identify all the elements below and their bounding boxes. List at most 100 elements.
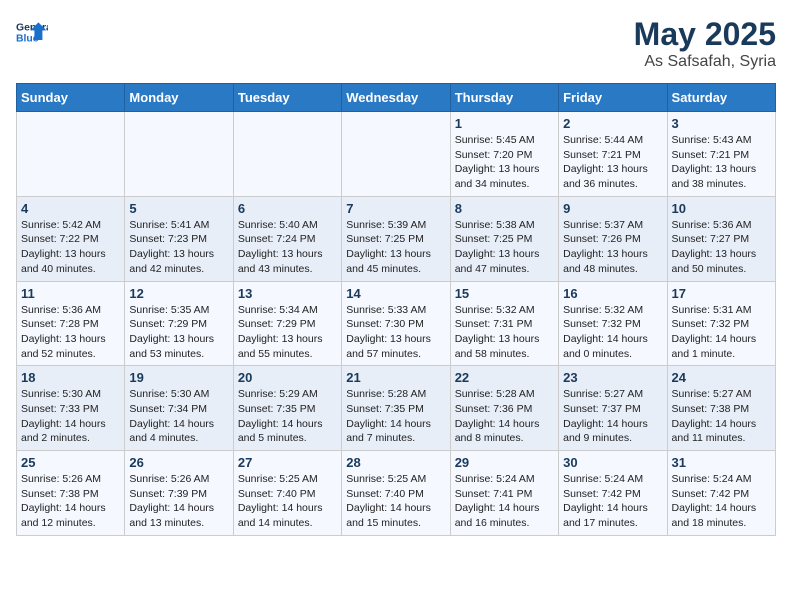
calendar-cell bbox=[342, 112, 450, 197]
calendar-cell: 31 Sunrise: 5:24 AMSunset: 7:42 PMDayligh… bbox=[667, 451, 775, 536]
day-info: Sunrise: 5:38 AMSunset: 7:25 PMDaylight:… bbox=[455, 218, 554, 277]
calendar-cell bbox=[233, 112, 341, 197]
day-info: Sunrise: 5:43 AMSunset: 7:21 PMDaylight:… bbox=[672, 133, 771, 192]
day-number: 29 bbox=[455, 455, 554, 470]
logo: General Blue bbox=[16, 16, 48, 48]
day-of-week-header: Friday bbox=[559, 84, 667, 112]
day-info: Sunrise: 5:35 AMSunset: 7:29 PMDaylight:… bbox=[129, 303, 228, 362]
calendar-cell: 9 Sunrise: 5:37 AMSunset: 7:26 PMDaylight… bbox=[559, 196, 667, 281]
day-info: Sunrise: 5:30 AMSunset: 7:33 PMDaylight:… bbox=[21, 387, 120, 446]
calendar-header: SundayMondayTuesdayWednesdayThursdayFrid… bbox=[17, 84, 776, 112]
day-number: 31 bbox=[672, 455, 771, 470]
day-number: 5 bbox=[129, 201, 228, 216]
day-number: 25 bbox=[21, 455, 120, 470]
day-info: Sunrise: 5:42 AMSunset: 7:22 PMDaylight:… bbox=[21, 218, 120, 277]
day-info: Sunrise: 5:24 AMSunset: 7:42 PMDaylight:… bbox=[672, 472, 771, 531]
month-title: May 2025 bbox=[634, 16, 776, 53]
logo-icon: General Blue bbox=[16, 16, 48, 48]
day-of-week-header: Sunday bbox=[17, 84, 125, 112]
day-number: 11 bbox=[21, 286, 120, 301]
day-number: 12 bbox=[129, 286, 228, 301]
day-of-week-header: Saturday bbox=[667, 84, 775, 112]
day-number: 3 bbox=[672, 116, 771, 131]
day-number: 18 bbox=[21, 370, 120, 385]
day-info: Sunrise: 5:30 AMSunset: 7:34 PMDaylight:… bbox=[129, 387, 228, 446]
day-number: 1 bbox=[455, 116, 554, 131]
day-of-week-header: Thursday bbox=[450, 84, 558, 112]
calendar-cell: 7Sunrise: 5:39 AMSunset: 7:25 PMDaylight… bbox=[342, 196, 450, 281]
calendar-cell: 23Sunrise: 5:27 AMSunset: 7:37 PMDayligh… bbox=[559, 366, 667, 451]
day-info: Sunrise: 5:36 AMSunset: 7:27 PMDaylight:… bbox=[672, 218, 771, 277]
day-info: Sunrise: 5:45 AMSunset: 7:20 PMDaylight:… bbox=[455, 133, 554, 192]
page-header: General Blue May 2025 As Safsafah, Syria bbox=[16, 16, 776, 71]
day-number: 26 bbox=[129, 455, 228, 470]
day-info: Sunrise: 5:25 AMSunset: 7:40 PMDaylight:… bbox=[238, 472, 337, 531]
day-info: Sunrise: 5:27 AMSunset: 7:38 PMDaylight:… bbox=[672, 387, 771, 446]
calendar-cell bbox=[17, 112, 125, 197]
day-info: Sunrise: 5:34 AMSunset: 7:29 PMDaylight:… bbox=[238, 303, 337, 362]
calendar-week-row: 11 Sunrise: 5:36 AMSunset: 7:28 PMDayligh… bbox=[17, 281, 776, 366]
calendar-week-row: 25 Sunrise: 5:26 AMSunset: 7:38 PMDayligh… bbox=[17, 451, 776, 536]
day-number: 22 bbox=[455, 370, 554, 385]
day-number: 14 bbox=[346, 286, 445, 301]
day-info: Sunrise: 5:33 AMSunset: 7:30 PMDaylight:… bbox=[346, 303, 445, 362]
day-of-week-header: Wednesday bbox=[342, 84, 450, 112]
day-info: Sunrise: 5:25 AMSunset: 7:40 PMDaylight:… bbox=[346, 472, 445, 531]
day-info: Sunrise: 5:26 AMSunset: 7:38 PMDaylight:… bbox=[21, 472, 120, 531]
day-number: 17 bbox=[672, 286, 771, 301]
calendar-week-row: 1 Sunrise: 5:45 AMSunset: 7:20 PMDaylight… bbox=[17, 112, 776, 197]
day-number: 23 bbox=[563, 370, 662, 385]
day-info: Sunrise: 5:40 AMSunset: 7:24 PMDaylight:… bbox=[238, 218, 337, 277]
calendar-table: SundayMondayTuesdayWednesdayThursdayFrid… bbox=[16, 83, 776, 536]
day-info: Sunrise: 5:24 AMSunset: 7:42 PMDaylight:… bbox=[563, 472, 662, 531]
day-info: Sunrise: 5:37 AMSunset: 7:26 PMDaylight:… bbox=[563, 218, 662, 277]
day-info: Sunrise: 5:28 AMSunset: 7:35 PMDaylight:… bbox=[346, 387, 445, 446]
calendar-cell: 3 Sunrise: 5:43 AMSunset: 7:21 PMDaylight… bbox=[667, 112, 775, 197]
calendar-cell: 14 Sunrise: 5:33 AMSunset: 7:30 PMDayligh… bbox=[342, 281, 450, 366]
day-number: 24 bbox=[672, 370, 771, 385]
day-number: 21 bbox=[346, 370, 445, 385]
calendar-cell: 11 Sunrise: 5:36 AMSunset: 7:28 PMDayligh… bbox=[17, 281, 125, 366]
day-info: Sunrise: 5:31 AMSunset: 7:32 PMDaylight:… bbox=[672, 303, 771, 362]
day-number: 20 bbox=[238, 370, 337, 385]
day-info: Sunrise: 5:24 AMSunset: 7:41 PMDaylight:… bbox=[455, 472, 554, 531]
day-info: Sunrise: 5:28 AMSunset: 7:36 PMDaylight:… bbox=[455, 387, 554, 446]
calendar-cell: 1 Sunrise: 5:45 AMSunset: 7:20 PMDaylight… bbox=[450, 112, 558, 197]
calendar-cell: 24 Sunrise: 5:27 AMSunset: 7:38 PMDayligh… bbox=[667, 366, 775, 451]
day-info: Sunrise: 5:44 AMSunset: 7:21 PMDaylight:… bbox=[563, 133, 662, 192]
calendar-cell: 13 Sunrise: 5:34 AMSunset: 7:29 PMDayligh… bbox=[233, 281, 341, 366]
calendar-cell: 18 Sunrise: 5:30 AMSunset: 7:33 PMDayligh… bbox=[17, 366, 125, 451]
day-number: 13 bbox=[238, 286, 337, 301]
calendar-week-row: 4Sunrise: 5:42 AMSunset: 7:22 PMDaylight… bbox=[17, 196, 776, 281]
day-of-week-header: Monday bbox=[125, 84, 233, 112]
calendar-cell: 2 Sunrise: 5:44 AMSunset: 7:21 PMDaylight… bbox=[559, 112, 667, 197]
calendar-cell: 19 Sunrise: 5:30 AMSunset: 7:34 PMDayligh… bbox=[125, 366, 233, 451]
title-block: May 2025 As Safsafah, Syria bbox=[634, 16, 776, 71]
calendar-cell: 4Sunrise: 5:42 AMSunset: 7:22 PMDaylight… bbox=[17, 196, 125, 281]
day-number: 15 bbox=[455, 286, 554, 301]
day-info: Sunrise: 5:32 AMSunset: 7:32 PMDaylight:… bbox=[563, 303, 662, 362]
day-number: 10 bbox=[672, 201, 771, 216]
calendar-cell: 22 Sunrise: 5:28 AMSunset: 7:36 PMDayligh… bbox=[450, 366, 558, 451]
calendar-cell bbox=[125, 112, 233, 197]
calendar-cell: 8 Sunrise: 5:38 AMSunset: 7:25 PMDaylight… bbox=[450, 196, 558, 281]
day-number: 6 bbox=[238, 201, 337, 216]
day-info: Sunrise: 5:29 AMSunset: 7:35 PMDaylight:… bbox=[238, 387, 337, 446]
day-info: Sunrise: 5:41 AMSunset: 7:23 PMDaylight:… bbox=[129, 218, 228, 277]
day-number: 2 bbox=[563, 116, 662, 131]
calendar-cell: 20 Sunrise: 5:29 AMSunset: 7:35 PMDayligh… bbox=[233, 366, 341, 451]
day-info: Sunrise: 5:39 AMSunset: 7:25 PMDaylight:… bbox=[346, 218, 445, 277]
day-number: 8 bbox=[455, 201, 554, 216]
day-number: 27 bbox=[238, 455, 337, 470]
calendar-cell: 28Sunrise: 5:25 AMSunset: 7:40 PMDayligh… bbox=[342, 451, 450, 536]
calendar-cell: 27 Sunrise: 5:25 AMSunset: 7:40 PMDayligh… bbox=[233, 451, 341, 536]
day-number: 9 bbox=[563, 201, 662, 216]
calendar-cell: 29 Sunrise: 5:24 AMSunset: 7:41 PMDayligh… bbox=[450, 451, 558, 536]
day-number: 16 bbox=[563, 286, 662, 301]
calendar-cell: 16 Sunrise: 5:32 AMSunset: 7:32 PMDayligh… bbox=[559, 281, 667, 366]
calendar-cell: 30Sunrise: 5:24 AMSunset: 7:42 PMDayligh… bbox=[559, 451, 667, 536]
calendar-cell: 25 Sunrise: 5:26 AMSunset: 7:38 PMDayligh… bbox=[17, 451, 125, 536]
day-info: Sunrise: 5:36 AMSunset: 7:28 PMDaylight:… bbox=[21, 303, 120, 362]
calendar-cell: 26Sunrise: 5:26 AMSunset: 7:39 PMDayligh… bbox=[125, 451, 233, 536]
day-number: 19 bbox=[129, 370, 228, 385]
